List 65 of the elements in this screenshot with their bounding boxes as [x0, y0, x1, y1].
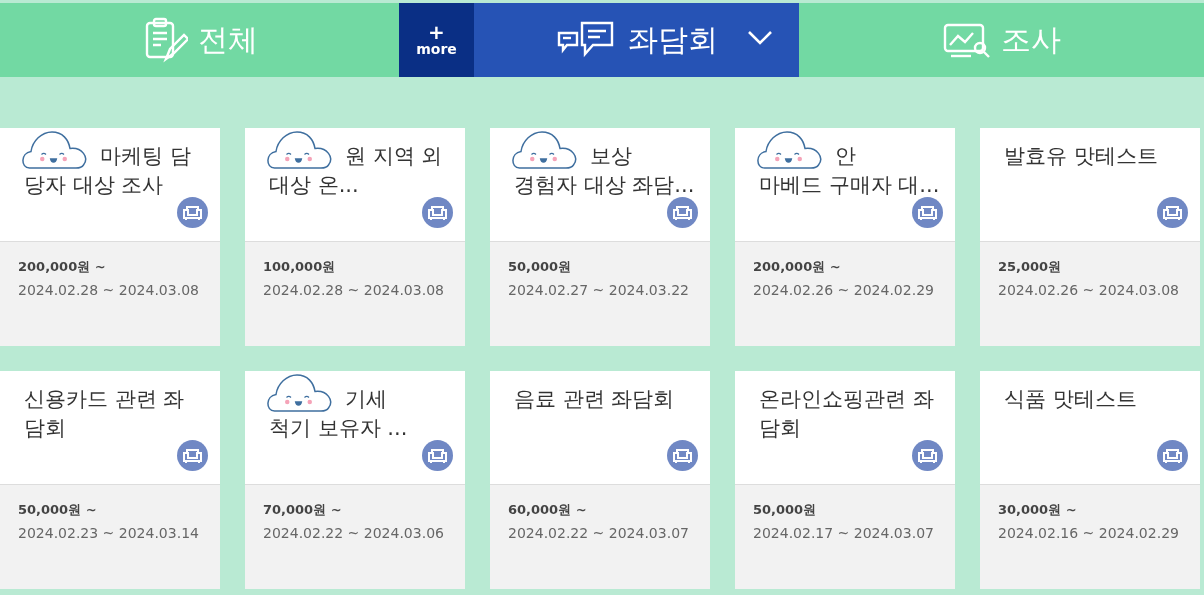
date-range: 2024.02.26 ~ 2024.03.08	[998, 282, 1180, 298]
reward-amount: 30,000원 ~	[998, 501, 1078, 519]
reward-amount: 60,000원 ~	[508, 501, 588, 519]
card-background[interactable]: 음료 관련 좌담회	[490, 371, 710, 484]
card-title: 경험자 대상 좌담...	[514, 172, 695, 199]
card-title: 원 지역 외	[345, 143, 443, 170]
reward-amount: 50,000원	[508, 258, 573, 276]
date-range: 2024.02.17 ~ 2024.03.07	[753, 525, 935, 541]
card-title: 식품 맛테스트	[1004, 386, 1137, 413]
armchair-icon	[422, 440, 453, 471]
armchair-icon	[1157, 440, 1188, 471]
date-range: 2024.02.27 ~ 2024.03.22	[508, 282, 690, 298]
tab-label: 전체	[197, 20, 258, 59]
card-title: 음료 관련 좌담회	[514, 386, 675, 413]
card-title: 신용카드 관련 좌	[24, 386, 185, 413]
armchair-icon	[667, 440, 698, 471]
plus-text: +	[428, 23, 445, 41]
card-title: 마케팅 담	[100, 143, 191, 170]
card-title: 척기 보유자 ...	[269, 415, 408, 442]
tab-label: 좌담회	[627, 20, 718, 59]
armchair-icon	[912, 440, 943, 471]
armchair-icon	[1157, 197, 1188, 228]
card-title: 안	[835, 143, 856, 170]
date-range: 2024.02.23 ~ 2024.03.14	[18, 525, 200, 541]
reward-amount: 50,000원 ~	[18, 501, 98, 519]
reward-amount: 50,000원	[753, 501, 818, 519]
card-background[interactable]: 마케팅 담 당자 대상 조사	[0, 128, 220, 241]
card-background[interactable]: 식품 맛테스트	[980, 371, 1200, 484]
card-title: 마베드 구매자 대...	[759, 172, 940, 199]
armchair-icon	[667, 197, 698, 228]
card-title: 기세	[345, 386, 387, 413]
reward-amount: 100,000원	[263, 258, 337, 276]
date-range: 2024.02.22 ~ 2024.03.07	[508, 525, 690, 541]
armchair-icon	[177, 440, 208, 471]
card-background[interactable]: 안 마베드 구매자 대...	[735, 128, 955, 241]
date-range: 2024.02.26 ~ 2024.02.29	[753, 282, 935, 298]
chart-monitor-icon	[942, 21, 991, 59]
armchair-icon	[422, 197, 453, 228]
card-title: 대상 온...	[269, 172, 359, 199]
card-title: 담회	[759, 415, 801, 442]
card-background[interactable]: 기세 척기 보유자 ...	[245, 371, 465, 484]
armchair-icon	[912, 197, 943, 228]
card-title: 보상	[590, 143, 632, 170]
date-range: 2024.02.16 ~ 2024.02.29	[998, 525, 1180, 541]
card-title: 당자 대상 조사	[24, 172, 164, 199]
card-background[interactable]: 신용카드 관련 좌 담회	[0, 371, 220, 484]
card-background[interactable]: 온라인쇼핑관련 좌 담회	[735, 371, 955, 484]
card-background[interactable]: 보상 경험자 대상 좌담...	[490, 128, 710, 241]
more-button[interactable]: + more	[399, 3, 474, 77]
card-background[interactable]: 원 지역 외 대상 온...	[245, 128, 465, 241]
more-label: more	[416, 41, 457, 57]
date-range: 2024.02.28 ~ 2024.03.08	[18, 282, 200, 298]
reward-amount: 25,000원	[998, 258, 1063, 276]
date-range: 2024.02.22 ~ 2024.03.06	[263, 525, 445, 541]
reward-amount: 200,000원 ~	[18, 258, 107, 276]
card-title: 발효유 맛테스트	[1004, 143, 1158, 170]
armchair-icon	[177, 197, 208, 228]
reward-amount: 200,000원 ~	[753, 258, 842, 276]
category-tab[interactable]: 좌담회	[474, 3, 799, 77]
card-background[interactable]: 발효유 맛테스트	[980, 128, 1200, 241]
card-title: 담회	[24, 415, 66, 442]
reward-amount: 70,000원 ~	[263, 501, 343, 519]
tab-label: 조사	[1000, 20, 1061, 59]
date-range: 2024.02.28 ~ 2024.03.08	[263, 282, 445, 298]
card-title: 온라인쇼핑관련 좌	[759, 386, 934, 413]
